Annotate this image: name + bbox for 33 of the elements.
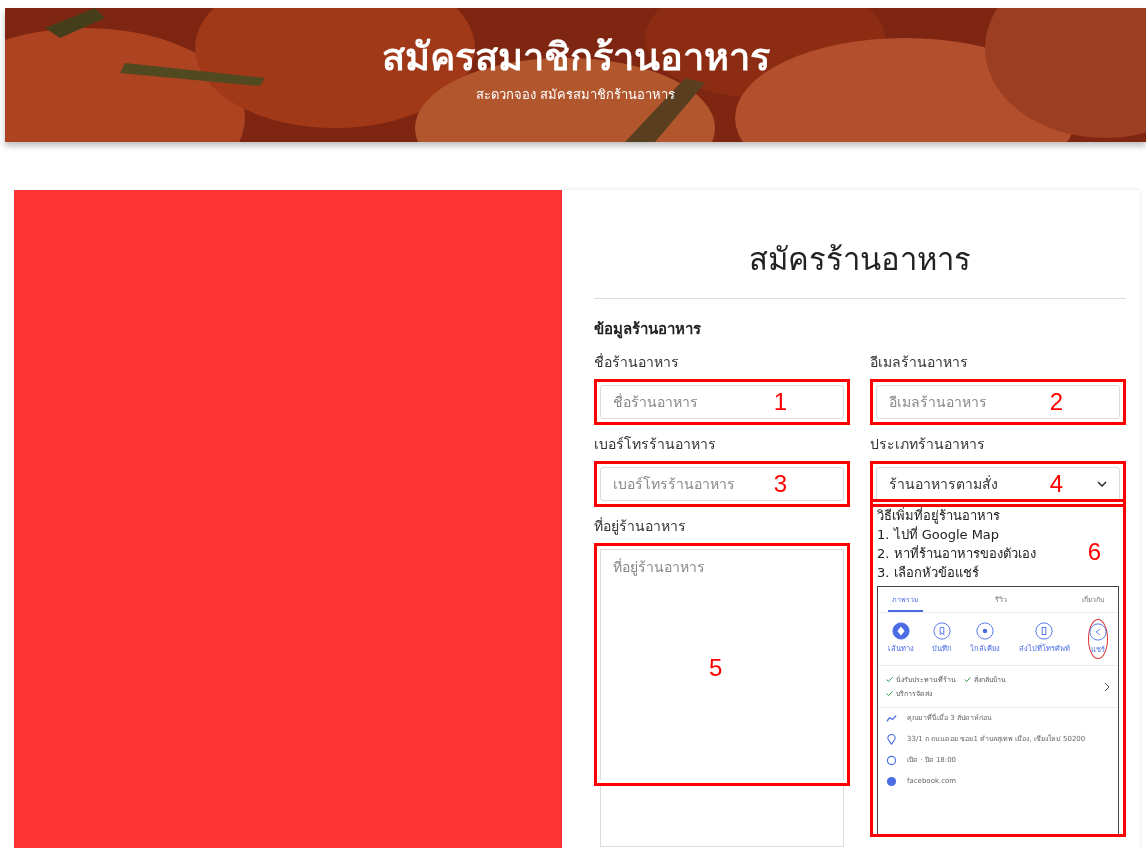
direction-icon <box>892 622 911 640</box>
form-title: สมัครร้านอาหาร <box>594 190 1126 299</box>
page-title: สมัครสมาชิกร้านอาหาร <box>381 34 770 81</box>
instruction-line: วิธีเพิ่มที่อยู่ร้านอาหาร <box>877 506 1000 525</box>
field-label: อีเมลร้านอาหาร <box>870 353 969 372</box>
field-label: ชื่อร้านอาหาร <box>594 352 680 372</box>
phone-icon <box>1035 622 1054 640</box>
annotation-number: 2 <box>1049 388 1063 416</box>
check-icon <box>886 691 893 696</box>
page-subtitle: สะดวกจอง สมัครสมาชิกร้านอาหาร <box>475 86 676 104</box>
clock-icon <box>886 755 897 766</box>
share-icon <box>1088 623 1107 641</box>
instruction-line: 3. เลือกหัวข้อแชร์ <box>877 564 979 582</box>
field-label: เบอร์โทรร้านอาหาร <box>594 435 717 454</box>
target-icon <box>976 622 995 640</box>
field-label: ประเภทร้านอาหาร <box>870 435 986 454</box>
bookmark-icon <box>933 622 952 640</box>
check-icon <box>964 677 971 682</box>
trend-icon <box>886 713 897 724</box>
annotation-number: 1 <box>773 388 787 416</box>
pin-icon <box>886 734 897 745</box>
field-label: ที่อยู่ร้านอาหาร <box>594 516 687 537</box>
chevron-icon <box>1104 681 1110 692</box>
annotation-number: 3 <box>773 470 787 498</box>
check-icon <box>886 677 893 682</box>
annotation-number: 4 <box>1049 470 1063 498</box>
globe-icon <box>886 776 897 787</box>
section-heading: ข้อมูลร้านอาหาร <box>594 319 702 341</box>
instruction-line: 2. หาที่ร้านอาหารของตัวเอง <box>877 544 1036 563</box>
chevron-icon <box>1097 481 1107 487</box>
annotation-number: 5 <box>709 654 723 682</box>
instruction-line: 1. ไปที่ Google Map <box>877 525 1000 544</box>
annotation-number: 6 <box>1087 538 1101 566</box>
